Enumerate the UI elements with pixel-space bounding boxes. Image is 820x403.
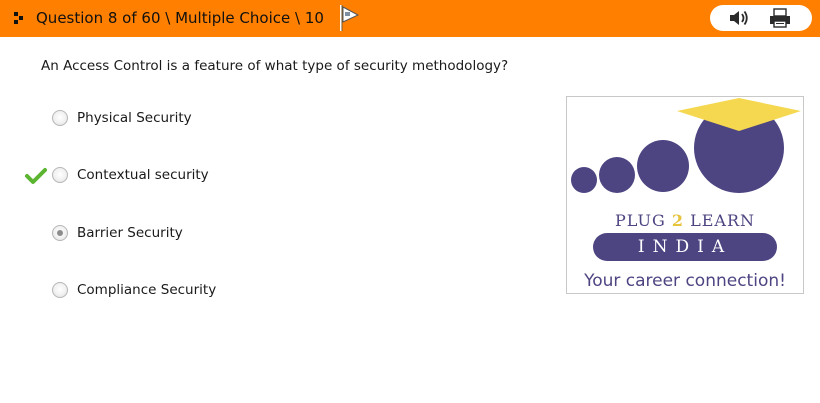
question-text: An Access Control is a feature of what t… — [41, 58, 509, 74]
toolbar-pill — [710, 5, 812, 31]
option-contextual-security[interactable]: Contextual security — [52, 166, 312, 186]
logo-brand-part2: LEARN — [684, 211, 755, 230]
option-physical-security[interactable]: Physical Security — [52, 109, 312, 129]
printer-icon — [770, 8, 790, 28]
flag-icon[interactable] — [338, 4, 360, 32]
option-radio[interactable] — [52, 110, 68, 126]
option-radio[interactable] — [52, 167, 68, 183]
audio-button[interactable] — [726, 7, 754, 29]
option-label: Contextual security — [77, 167, 209, 183]
print-button[interactable] — [766, 7, 794, 29]
plug2learn-logo: PLUG 2 LEARN INDIA Your career connectio… — [566, 96, 804, 294]
logo-graphic — [571, 98, 801, 193]
logo-brand-part1: PLUG — [614, 211, 672, 230]
option-barrier-security[interactable]: Barrier Security — [52, 224, 312, 244]
logo-brand-number: 2 — [671, 211, 684, 230]
option-radio[interactable] — [52, 282, 68, 298]
option-label: Compliance Security — [77, 282, 217, 298]
speaker-icon — [730, 10, 748, 26]
logo-tagline: Your career connection! — [584, 271, 786, 291]
option-label: Barrier Security — [77, 225, 183, 241]
option-radio-selected[interactable] — [52, 225, 68, 241]
question-title: Question 8 of 60 \ Multiple Choice \ 10 — [36, 9, 324, 27]
logo-india-text: INDIA — [637, 237, 733, 257]
checkmark-icon — [25, 168, 47, 184]
option-label: Physical Security — [77, 110, 192, 126]
grip-icon[interactable] — [14, 12, 24, 24]
question-header-bar: Question 8 of 60 \ Multiple Choice \ 10 — [0, 0, 820, 37]
option-compliance-security[interactable]: Compliance Security — [52, 281, 312, 301]
logo-brand-name: PLUG 2 LEARN — [567, 211, 803, 230]
